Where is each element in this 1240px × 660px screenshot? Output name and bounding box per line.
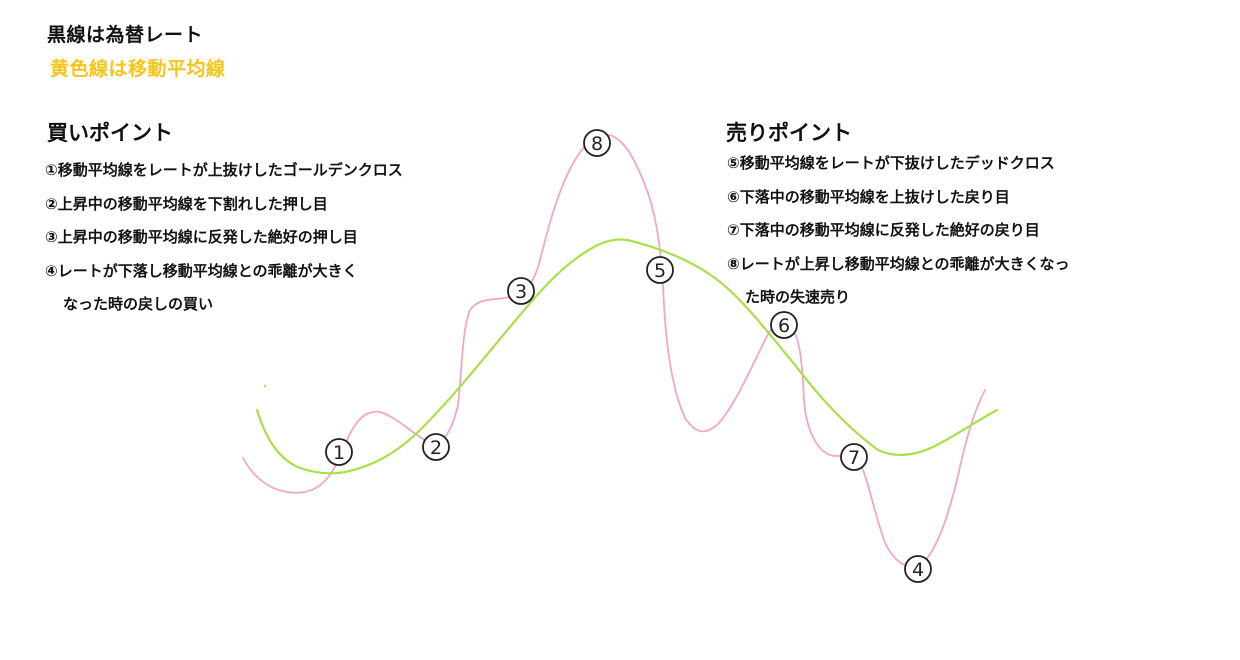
marker-1-label: 1 bbox=[333, 442, 345, 464]
marker-3: 3 bbox=[507, 277, 535, 305]
marker-7: 7 bbox=[840, 443, 868, 471]
marker-7-label: 7 bbox=[848, 447, 860, 469]
marker-6-label: 6 bbox=[778, 315, 790, 337]
marker-4-label: 4 bbox=[912, 559, 924, 581]
exchange-rate-line bbox=[242, 134, 986, 568]
marker-3-label: 3 bbox=[515, 281, 527, 303]
marker-2-label: 2 bbox=[430, 437, 442, 459]
marker-5-label: 5 bbox=[654, 260, 666, 282]
stray-dot bbox=[263, 384, 267, 388]
marker-4: 4 bbox=[904, 555, 932, 583]
rate-diagram: 1 2 3 4 5 6 7 8 bbox=[242, 129, 999, 583]
marker-8: 8 bbox=[583, 129, 611, 157]
marker-2: 2 bbox=[422, 433, 450, 461]
moving-average-line bbox=[255, 238, 999, 475]
marker-1: 1 bbox=[325, 438, 353, 466]
marker-8-label: 8 bbox=[591, 133, 603, 155]
marker-6: 6 bbox=[770, 311, 798, 339]
marker-group: 1 2 3 4 5 6 7 8 bbox=[325, 129, 932, 583]
marker-5: 5 bbox=[646, 256, 674, 284]
